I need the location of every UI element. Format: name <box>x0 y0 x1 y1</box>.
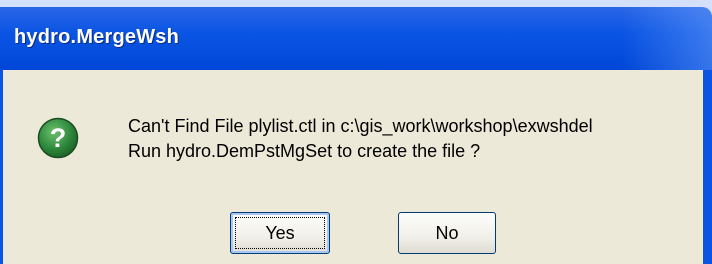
window-title: hydro.MergeWsh <box>14 26 180 48</box>
title-bar-highlight <box>622 7 712 70</box>
message-text: Can't Find File plylist.ctl in c:\gis_wo… <box>128 114 593 164</box>
dialog-body: ? Can't Find File plylist.ctl in c:\gis_… <box>0 70 712 264</box>
question-glyph: ? <box>50 123 67 153</box>
focus-rectangle <box>235 217 325 249</box>
no-button[interactable]: No <box>398 212 496 254</box>
message-line-1: Can't Find File plylist.ctl in c:\gis_wo… <box>128 116 593 136</box>
message-line-2: Run hydro.DemPstMgSet to create the file… <box>128 141 481 161</box>
question-icon: ? <box>37 117 79 159</box>
dialog-window: hydro.MergeWsh ? Can't Find File plylist… <box>0 7 712 264</box>
no-button-label: No <box>435 222 459 243</box>
title-bar[interactable]: hydro.MergeWsh <box>0 7 712 70</box>
yes-button[interactable]: Yes <box>230 212 330 254</box>
